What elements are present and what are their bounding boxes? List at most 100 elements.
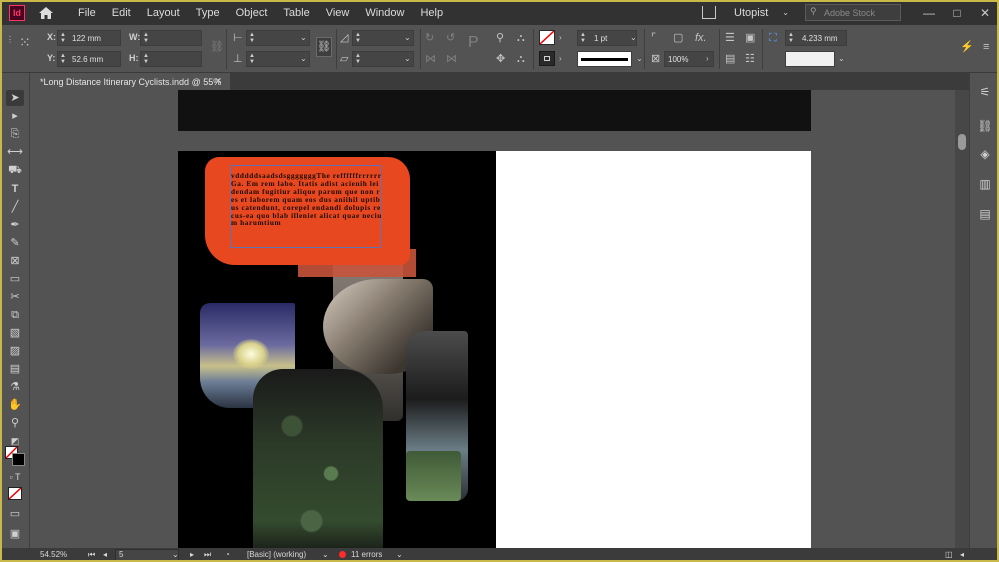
- properties-panel-icon[interactable]: ⚟: [977, 85, 993, 99]
- zoom-tool-icon[interactable]: ⚲: [6, 415, 24, 431]
- fill-swatch[interactable]: [539, 30, 555, 45]
- chevron-down-icon[interactable]: ⌄: [636, 54, 643, 63]
- chevron-down-icon[interactable]: ⌄: [322, 550, 329, 559]
- free-transform-tool-icon[interactable]: ⧉: [6, 307, 24, 323]
- stepper-icon[interactable]: ▲ ▼: [249, 53, 255, 65]
- stepper-icon[interactable]: ▲ ▼: [143, 32, 149, 44]
- left-page[interactable]: vdddddsaadsdsgggggggThe reffffffrrrrrrGa…: [178, 151, 496, 548]
- chevron-down-icon[interactable]: ⌄: [404, 54, 411, 63]
- last-page-icon[interactable]: ⏭: [204, 550, 211, 560]
- note-tool-icon[interactable]: ▤: [6, 361, 24, 377]
- quick-apply-icon[interactable]: ⚡: [960, 41, 974, 53]
- chevron-down-icon[interactable]: ⌄: [782, 8, 789, 17]
- select-container-icon[interactable]: ⚲: [496, 32, 504, 44]
- stepper-icon[interactable]: ▲ ▼: [580, 32, 586, 44]
- formatting-affects-icon[interactable]: ▫ T: [6, 469, 24, 485]
- stepper-icon[interactable]: ▲ ▼: [355, 53, 361, 65]
- menu-edit[interactable]: Edit: [104, 7, 139, 19]
- gradient-swatch-tool-icon[interactable]: ▧: [6, 325, 24, 341]
- selection-tool-icon[interactable]: ➤: [6, 90, 24, 106]
- rotate-ccw-icon[interactable]: ↺: [446, 32, 455, 44]
- chevron-down-icon[interactable]: ⌄: [300, 54, 307, 63]
- layers-panel-icon[interactable]: ◈: [977, 147, 993, 161]
- flip-horizontal-icon[interactable]: ⋈: [425, 53, 436, 65]
- text-wrap-none-icon[interactable]: ☰: [725, 32, 735, 44]
- object-style-select[interactable]: [785, 51, 835, 67]
- stock-search-input[interactable]: ⚲ Adobe Stock: [805, 4, 901, 21]
- menu-layout[interactable]: Layout: [139, 7, 188, 19]
- eyedropper-tool-icon[interactable]: ⚗: [6, 379, 24, 395]
- stepper-icon[interactable]: ▲ ▼: [60, 32, 66, 44]
- width-field[interactable]: ▲ ▼: [140, 30, 202, 46]
- y-position-field[interactable]: ▲ ▼ 52.6 mm: [57, 51, 121, 67]
- select-content-icon[interactable]: ✥: [496, 53, 505, 65]
- screen-mode-icon[interactable]: ▭: [6, 506, 24, 522]
- panel-menu-icon[interactable]: ≡: [983, 41, 989, 53]
- page-number-field[interactable]: 5: [115, 549, 179, 561]
- chevron-down-icon[interactable]: ⌄: [172, 550, 179, 559]
- previous-page-icon[interactable]: ◂: [103, 550, 107, 559]
- select-next-icon[interactable]: ⛬: [517, 53, 525, 65]
- flip-vertical-icon[interactable]: ⋈: [446, 53, 457, 65]
- constrain-scale-icon[interactable]: ⛓: [316, 37, 332, 57]
- stepper-icon[interactable]: ▲ ▼: [788, 32, 794, 44]
- body-text[interactable]: vdddddsaadsdsgggggggThe reffffffrrrrrrGa…: [231, 172, 383, 227]
- rectangle-frame-tool-icon[interactable]: ⊠: [6, 253, 24, 269]
- share-icon[interactable]: [702, 6, 717, 19]
- vertical-scrollbar[interactable]: [955, 90, 969, 548]
- path-text-icon[interactable]: P: [468, 35, 479, 51]
- scroll-left-icon[interactable]: ◂: [960, 550, 964, 559]
- stepper-icon[interactable]: ▲ ▼: [355, 32, 361, 44]
- offset-field[interactable]: ▲ ▼ 4.233 mm: [785, 30, 847, 46]
- gap-tool-icon[interactable]: ⟷: [6, 144, 24, 160]
- stroke-weight-field[interactable]: ▲ ▼ 1 pt: [577, 30, 637, 46]
- pen-tool-icon[interactable]: ✒: [6, 217, 24, 233]
- menu-help[interactable]: Help: [412, 7, 451, 19]
- close-window-button[interactable]: ✕: [971, 6, 999, 20]
- document-canvas[interactable]: vdddddsaadsdsgggggggThe reffffffrrrrrrGa…: [30, 90, 955, 548]
- zoom-level[interactable]: 54.52%: [40, 550, 67, 559]
- right-page[interactable]: [496, 151, 811, 548]
- height-field[interactable]: ▲ ▼: [140, 51, 202, 67]
- chevron-down-icon[interactable]: ⌄: [396, 550, 403, 559]
- next-page-icon[interactable]: ▸: [190, 550, 194, 559]
- menu-table[interactable]: Table: [275, 7, 317, 19]
- x-position-field[interactable]: ▲ ▼ 122 mm: [57, 30, 121, 46]
- corner-options-icon[interactable]: ⌜: [651, 32, 656, 44]
- effects-icon[interactable]: fx.: [695, 32, 707, 44]
- chevron-right-icon[interactable]: ›: [559, 53, 562, 65]
- chevron-down-icon[interactable]: ⌄: [630, 33, 637, 42]
- select-previous-icon[interactable]: ⛬: [517, 32, 525, 44]
- scrollbar-thumb[interactable]: [958, 134, 966, 150]
- links-panel-icon[interactable]: ⛓: [977, 119, 993, 133]
- scissors-tool-icon[interactable]: ✂: [6, 289, 24, 305]
- document-tab[interactable]: *Long Distance Itinerary Cyclists.indd @…: [30, 73, 230, 90]
- first-page-icon[interactable]: ⏮: [88, 550, 95, 560]
- split-window-icon[interactable]: ◫: [945, 550, 953, 559]
- gradient-feather-tool-icon[interactable]: ▨: [6, 343, 24, 359]
- view-mode-icon[interactable]: ▣: [6, 526, 24, 542]
- text-wrap-jump-icon[interactable]: ☷: [745, 53, 755, 65]
- rotate-cw-icon[interactable]: ↻: [425, 32, 434, 44]
- page-tool-icon[interactable]: ⎘: [6, 126, 24, 142]
- chevron-right-icon[interactable]: ›: [706, 53, 709, 65]
- maximize-button[interactable]: □: [943, 6, 971, 20]
- menu-object[interactable]: Object: [228, 7, 276, 19]
- preflight-profile[interactable]: [Basic] (working): [247, 550, 306, 559]
- line-tool-icon[interactable]: ╱: [6, 199, 24, 215]
- direct-selection-tool-icon[interactable]: ▸: [6, 108, 24, 124]
- pages-panel-icon[interactable]: ▥: [977, 177, 993, 191]
- stroke-color-icon[interactable]: [12, 453, 25, 466]
- apply-none-icon[interactable]: [8, 487, 22, 500]
- workspace-switcher[interactable]: Utopist: [734, 7, 768, 19]
- align-to-icon[interactable]: ⛶: [769, 32, 777, 44]
- stroke-panel-icon[interactable]: ▤: [977, 207, 993, 221]
- preflight-errors[interactable]: 11 errors: [351, 550, 382, 559]
- chevron-down-icon[interactable]: ⌄: [404, 33, 411, 42]
- menu-view[interactable]: View: [318, 7, 358, 19]
- chevron-down-icon[interactable]: ⌄: [838, 54, 845, 63]
- reference-point-icon[interactable]: ⁙: [19, 35, 31, 49]
- frame-fitting-icon[interactable]: ▢: [673, 32, 683, 44]
- home-icon[interactable]: [38, 6, 54, 20]
- menu-file[interactable]: File: [70, 7, 104, 19]
